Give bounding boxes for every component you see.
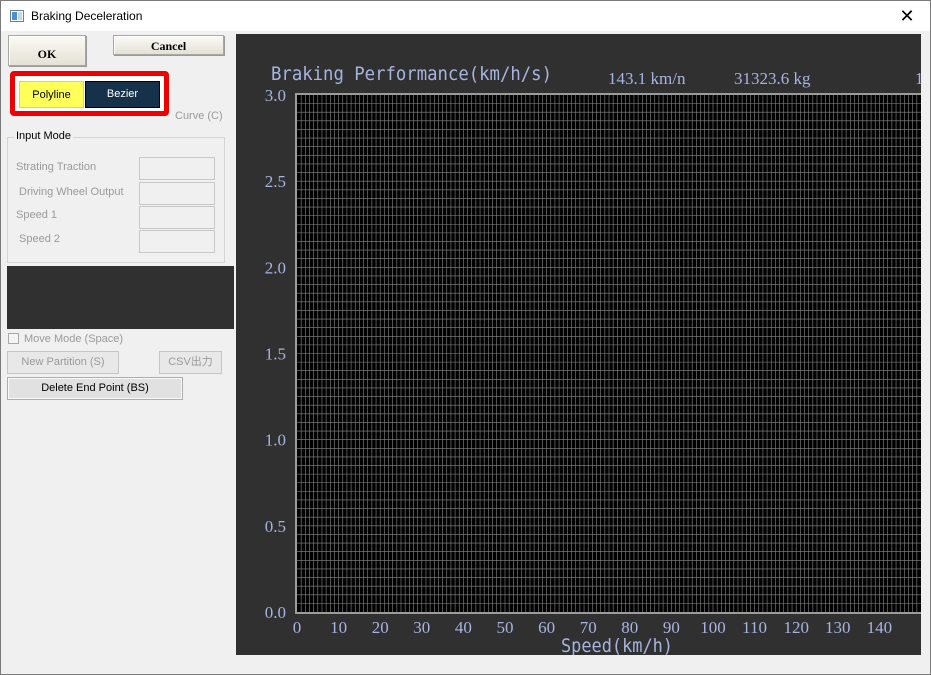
braking-chart[interactable]: 0 10 20 30 40 50 60 70 80 90 100 110 120 130 140 0.00.… <box>236 34 921 655</box>
delete-end-point-button[interactable]: Delete End Point (BS) <box>7 377 183 400</box>
x-tick-label: 100 <box>700 618 726 637</box>
grid-lines <box>297 95 921 612</box>
x-axis-label: Speed(km/h) <box>561 635 673 655</box>
app-icon <box>10 10 24 22</box>
y-tick-label: 2.5 <box>265 172 286 191</box>
x-tick-label: 50 <box>497 618 514 637</box>
speed-readout: 143.1 km/n <box>608 69 686 88</box>
close-button[interactable]: ✕ <box>884 1 930 31</box>
csv-export-button[interactable]: CSV出力 <box>159 351 222 374</box>
y-tick-label: 1.0 <box>265 431 286 450</box>
x-tick-label: 120 <box>783 618 809 637</box>
y-tick-label: 0.5 <box>265 517 286 536</box>
bezier-button[interactable]: Bezier <box>85 81 160 108</box>
y-tick-label: 2.0 <box>265 258 286 277</box>
strating-traction-input[interactable] <box>139 157 215 180</box>
grid <box>297 95 921 612</box>
strating-traction-label: Strating Traction <box>16 161 97 173</box>
polyline-button[interactable]: Polyline <box>19 81 84 108</box>
curve-label: Curve (C) <box>175 110 223 122</box>
new-partition-button[interactable]: New Partition (S) <box>7 351 119 374</box>
preview-panel <box>7 266 234 329</box>
move-mode-checkbox[interactable] <box>8 333 19 344</box>
x-tick-label: 30 <box>413 618 430 637</box>
x-tick-label: 20 <box>372 618 389 637</box>
move-mode-label: Move Mode (Space) <box>24 333 124 345</box>
chart-panel[interactable]: 0 10 20 30 40 50 60 70 80 90 100 110 120 130 140 0.0 0.… <box>236 34 921 655</box>
x-tick-label: 140 <box>867 618 893 637</box>
mass-readout: 31323.6 kg <box>734 69 811 88</box>
x-tick-label: 0 <box>293 618 302 637</box>
y-tick-label: 3.0 <box>265 86 286 105</box>
speed-2-input[interactable] <box>139 230 215 253</box>
driving-wheel-output-input[interactable] <box>139 182 215 205</box>
ok-button[interactable]: OK <box>8 35 86 66</box>
window: Braking Deceleration ✕ OK Cancel Polylin… <box>0 0 931 675</box>
x-tick-label: 60 <box>538 618 555 637</box>
x-tick-label: 10 <box>330 618 347 637</box>
curve-type-selector: Polyline Bezier <box>10 71 169 116</box>
speed-1-input[interactable] <box>139 206 215 229</box>
x-tick-label: 130 <box>825 618 851 637</box>
cancel-button[interactable]: Cancel <box>113 35 224 55</box>
driving-wheel-output-label: Driving Wheel Output <box>19 186 124 198</box>
chart-title: Braking Performance(km/h/s) <box>271 63 552 85</box>
window-title: Braking Deceleration <box>31 9 143 23</box>
y-tick-label: 0.0 <box>265 603 286 622</box>
y-tick-labels: 0.0 0.5 1.0 1.5 2.0 2.5 3.0 <box>265 86 286 622</box>
y-tick-label: 1.5 <box>265 345 286 364</box>
x-tick-label: 40 <box>455 618 472 637</box>
input-mode-title: Input Mode <box>14 130 74 142</box>
speed-2-label: Speed 2 <box>19 233 60 245</box>
speed-1-label: Speed 1 <box>16 209 57 221</box>
extra-readout: 1 <box>915 69 921 88</box>
title-bar[interactable]: Braking Deceleration ✕ <box>1 1 930 31</box>
x-tick-label: 110 <box>742 618 767 637</box>
